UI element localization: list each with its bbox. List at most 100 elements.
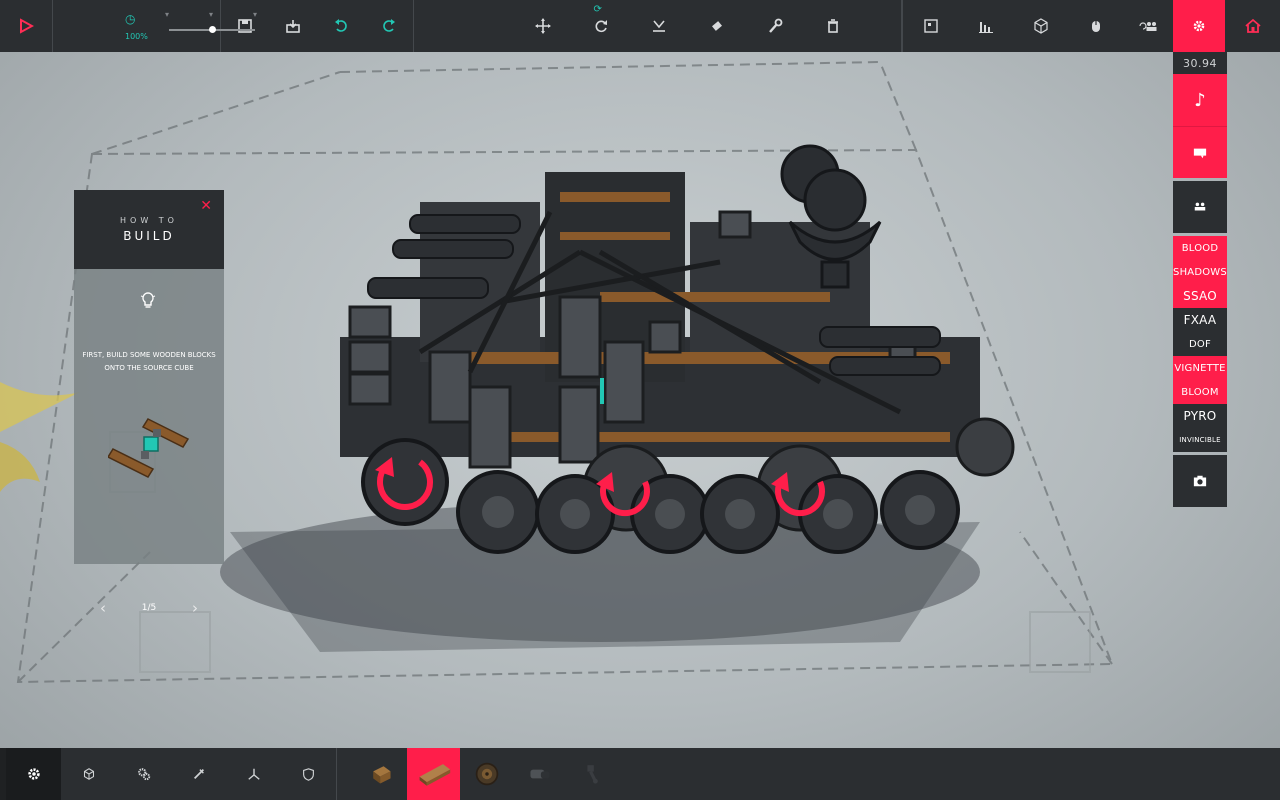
redo-icon [383,19,395,32]
toggle-blood[interactable]: BLOOD [1173,236,1227,260]
redo-button[interactable] [365,0,413,52]
refresh-icon: ⟳ [593,4,602,15]
play-icon [20,18,34,34]
eraser-icon [711,21,722,31]
effect-toggles: BLOOD SHADOWS SSAO FXAA DOF VIGNETTE BLO… [1173,236,1227,452]
siege-machine[interactable] [340,144,1015,554]
undo-icon [335,19,347,32]
page-indicator: 1/5 [141,603,157,613]
time-scale-control[interactable]: ◷ 100% ▾ ▾ ▾ [53,0,257,52]
prev-page-button[interactable]: ‹ [100,599,106,617]
camera-icon [1193,475,1207,487]
fps-counter: 30.94 [1173,52,1227,74]
eraser-tool-button[interactable] [688,0,746,52]
source-cube-marker [600,378,604,404]
clock-icon: ◷ [125,12,136,26]
top-toolbar: ◷ 100% ▾ ▾ ▾ ⟳ [0,0,1280,52]
save-icon [238,19,252,33]
toggle-vignette[interactable]: VIGNETTE [1173,356,1227,380]
toggle-invincible[interactable]: INVINCIBLE [1173,428,1227,452]
play-button[interactable] [0,0,52,52]
rotate-tool-button[interactable]: ⟳ [572,0,630,52]
multiplayer-button[interactable] [1123,0,1173,52]
category-armour[interactable] [281,748,336,800]
category-mechanical[interactable] [116,748,171,800]
cube-view-button[interactable] [1013,0,1068,52]
home-icon [1244,18,1261,33]
weapon-icon [193,769,204,779]
category-blocks[interactable] [61,748,116,800]
toggle-ssao[interactable]: SSAO [1173,284,1227,308]
toggle-fxaa[interactable]: FXAA [1173,308,1227,332]
toggle-pyro[interactable]: PYRO [1173,404,1227,428]
music-button[interactable]: ♪ [1173,74,1227,126]
how-to-body: FIRST, BUILD SOME WOODEN BLOCKS ONTO THE… [74,269,224,617]
close-icon[interactable]: ✕ [200,198,212,214]
frame-button[interactable] [903,0,958,52]
how-to-header: HOW TO BUILD ✕ [74,190,224,269]
wrench-tool-button[interactable] [746,0,804,52]
how-to-title: BUILD [123,229,175,243]
music-note-icon: ♪ [1194,89,1206,111]
cogs-icon [137,768,150,781]
wheel-icon [475,762,498,786]
how-to-pager: ‹ 1/5 › [74,599,224,617]
players-button[interactable] [1173,181,1227,233]
block-wheel[interactable] [460,748,513,800]
multiplayer-icon [1139,22,1157,31]
toggle-bloom[interactable]: BLOOM [1173,380,1227,404]
category-flight[interactable] [226,748,281,800]
joint-icon [586,765,598,784]
flight-icon [247,768,260,780]
players-icon [1194,202,1206,211]
cube-icon [83,768,94,780]
chat-icon [1193,148,1207,158]
stats-icon [978,22,993,33]
view-options-panel: 30.94 ♪ BLOOD SHADOWS SSAO FXAA DOF VIGN… [1173,52,1227,507]
stats-button[interactable] [958,0,1013,52]
next-page-button[interactable]: › [192,599,198,617]
home-button[interactable] [1225,0,1280,52]
time-scale-label: 100% [125,32,148,41]
chat-button[interactable] [1173,126,1227,178]
toggle-dof[interactable]: DOF [1173,332,1227,356]
screenshot-button[interactable] [1173,455,1227,507]
undo-button[interactable] [317,0,365,52]
save-button[interactable] [221,0,269,52]
category-basic[interactable] [6,748,61,800]
block-wooden-block[interactable] [354,748,407,800]
delete-tool-button[interactable] [804,0,862,52]
gear-icon [1193,20,1205,32]
gear-icon [27,768,40,780]
block-category-bar [6,748,1280,800]
wooden-block-icon [372,766,391,784]
rotate-icon [595,20,607,33]
how-to-instruction: FIRST, BUILD SOME WOODEN BLOCKS ONTO THE… [82,351,216,372]
load-button[interactable] [269,0,317,52]
load-icon [286,20,300,33]
slider-knob[interactable] [208,26,216,33]
cube-icon [1033,18,1048,34]
block-joint[interactable] [566,748,619,800]
block-hinge[interactable] [513,748,566,800]
flip-tool-button[interactable] [630,0,688,52]
lightbulb-icon [140,291,156,316]
plant-decoration [0,382,80,492]
settings-button[interactable] [1173,0,1225,52]
mouse-button[interactable] [1068,0,1123,52]
block-wooden-pole[interactable] [407,748,460,800]
move-tool-button[interactable] [514,0,572,52]
frame-icon [923,19,938,33]
trash-icon [827,19,838,33]
build-illustration [108,418,190,478]
time-scale-slider[interactable] [169,26,255,33]
toggle-shadows[interactable]: SHADOWS [1173,260,1227,284]
wooden-pole-icon [419,764,450,786]
how-to-build-panel: HOW TO BUILD ✕ FIRST, BUILD SOME WOODEN … [74,190,224,617]
category-weapons[interactable] [171,748,226,800]
armour-icon [303,767,314,781]
flip-icon [652,20,665,32]
hinge-icon [529,769,550,779]
move-icon [534,18,551,34]
wrench-icon [768,18,782,33]
